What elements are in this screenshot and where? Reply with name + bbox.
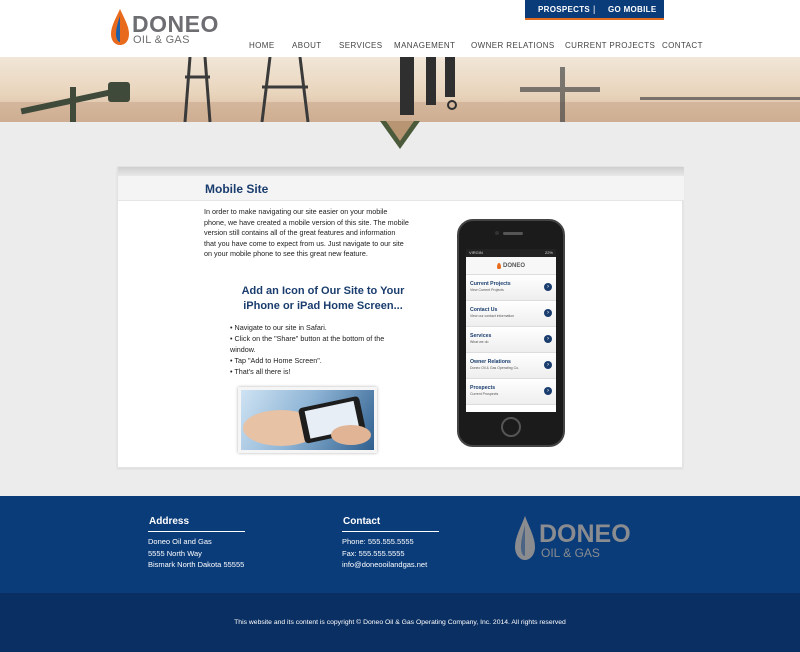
flame-drop-icon [496, 262, 501, 269]
carrier-label: VIRGIN [469, 250, 483, 255]
arrow-right-icon: › [544, 283, 552, 291]
footer-contact: Contact Phone: 555.555.5555 Fax: 555.555… [342, 516, 439, 571]
page-title: Mobile Site [205, 182, 269, 196]
nav-current-projects[interactable]: CURRENT PROJECTS [565, 41, 655, 50]
footer-address: Address Doneo Oil and Gas 5555 North Way… [148, 516, 245, 571]
nav-home[interactable]: HOME [249, 41, 275, 50]
arrow-right-icon: › [544, 387, 552, 395]
nav-management[interactable]: MANAGEMENT [394, 41, 455, 50]
nav-contact[interactable]: CONTACT [662, 41, 703, 50]
list-item: That's all there is! [230, 366, 410, 377]
panel-title-band [118, 176, 684, 201]
content-panel: Mobile Site In order to make navigating … [117, 166, 684, 468]
status-bar: VIRGIN 22% [466, 249, 556, 257]
main-nav: HOME ABOUT SERVICES MANAGEMENT OWNER REL… [0, 41, 800, 53]
list-item: Tap "Add to Home Screen". [230, 355, 410, 366]
flame-drop-icon [515, 516, 535, 560]
email-link[interactable]: info@doneooilandgas.net [342, 559, 439, 571]
home-button-icon [501, 417, 521, 437]
hero-banner [0, 57, 800, 122]
address-line: Bismark North Dakota 55555 [148, 560, 245, 569]
address-line: 5555 North Way [148, 548, 202, 558]
nav-services[interactable]: SERVICES [339, 41, 383, 50]
arrow-right-icon: › [544, 309, 552, 317]
nav-owner-relations[interactable]: OWNER RELATIONS [471, 41, 555, 50]
nav-about[interactable]: ABOUT [292, 41, 322, 50]
site-header: DONEO OIL & GAS PROSPECTS | GO MOBILE HO… [0, 0, 800, 57]
mobile-logo: DONEO [466, 257, 556, 275]
mobile-menu-item: Prospects Current Prospects › [466, 379, 556, 405]
phone-screen: VIRGIN 22% DONEO Current Projects View C… [466, 249, 556, 412]
footer-logo-wordmark: DONEO [539, 520, 631, 548]
footer-logo: DONEO OIL & GAS [514, 513, 644, 563]
copyright-text: This website and its content is copyrigh… [234, 619, 566, 626]
contact-heading: Contact [342, 516, 439, 532]
mobile-menu-item: Contact Us View our contact information … [466, 301, 556, 327]
mobile-menu-item: Services What we do › [466, 327, 556, 353]
pumpjack-illustration [0, 57, 800, 122]
battery-label: 22% [544, 250, 553, 255]
address-line: Doneo Oil and Gas [148, 537, 212, 546]
hand-holding-phone-image [238, 387, 377, 453]
footer-logo-subtitle: OIL & GAS [541, 546, 600, 560]
prospects-link[interactable]: PROSPECTS [538, 5, 590, 14]
intro-paragraph: In order to make navigating our site eas… [204, 207, 409, 258]
phone-number: Phone: 555.555.5555 [342, 537, 414, 546]
speaker-grille [503, 232, 523, 235]
address-heading: Address [148, 516, 245, 532]
copyright-bar: This website and its content is copyrigh… [0, 593, 800, 652]
iphone-mockup: VIRGIN 22% DONEO Current Projects View C… [457, 219, 565, 447]
list-item: Click on the "Share" button at the botto… [230, 333, 410, 355]
mobile-menu-item: Current Projects View Current Projects › [466, 275, 556, 301]
list-item: Navigate to our site in Safari. [230, 322, 410, 333]
arrow-right-icon: › [544, 361, 552, 369]
topbar-separator: | [593, 4, 596, 14]
panel-top-strip [118, 167, 684, 176]
mobile-menu-item: Owner Relations Doneo Oil & Gas Operatin… [466, 353, 556, 379]
camera-icon [495, 231, 499, 235]
site-footer: Address Doneo Oil and Gas 5555 North Way… [0, 496, 800, 593]
go-mobile-link[interactable]: GO MOBILE [608, 5, 656, 14]
arrow-right-icon: › [544, 335, 552, 343]
hero-down-arrow-icon [380, 121, 420, 149]
top-utility-bar: PROSPECTS | GO MOBILE [525, 0, 664, 20]
instruction-list: Navigate to our site in Safari. Click on… [230, 322, 410, 377]
home-screen-heading: Add an Icon of Our Site to Your iPhone o… [241, 285, 405, 312]
fax-number: Fax: 555.555.5555 [342, 548, 405, 558]
